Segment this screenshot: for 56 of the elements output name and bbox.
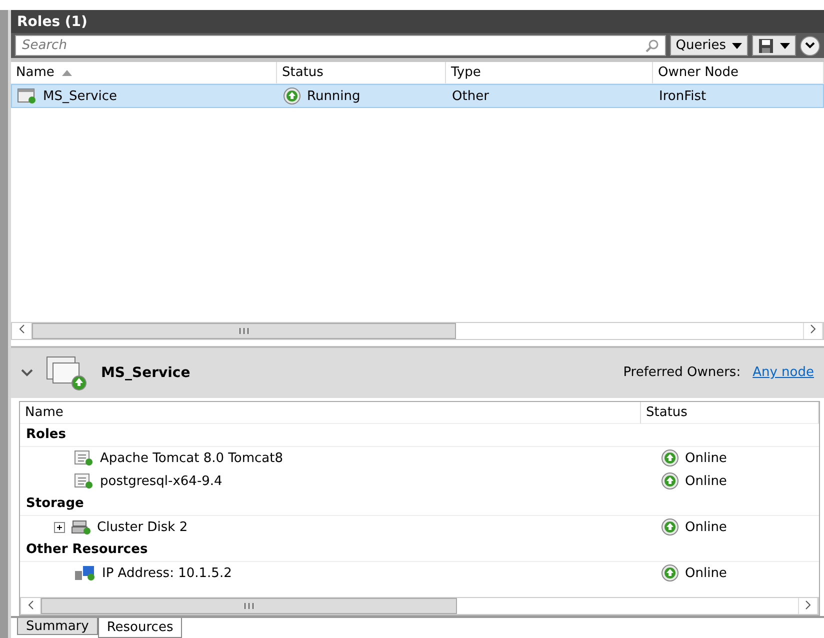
resource-status: Online (685, 450, 727, 466)
expand-icon[interactable] (54, 522, 65, 532)
chevron-left-icon (18, 324, 26, 334)
group-heading: Storage (20, 492, 819, 516)
collapse-chevron-icon[interactable] (21, 368, 33, 376)
role-icon (17, 88, 37, 104)
panel-title: Roles (1) (11, 10, 824, 33)
chevron-right-icon (804, 600, 812, 610)
online-status-icon (661, 564, 679, 582)
owner-node-name: IronFist (659, 88, 706, 104)
resource-status: Online (685, 474, 727, 488)
scroll-thumb[interactable] (32, 322, 456, 338)
search-field[interactable]: Search (15, 35, 666, 56)
resource-status: Online (685, 520, 727, 534)
online-status-icon (661, 472, 679, 490)
caret-icon (732, 42, 742, 48)
tab[interactable]: Summary (17, 618, 98, 635)
resource-name: Cluster Disk 2 (97, 520, 188, 534)
caret-icon (780, 42, 790, 48)
sort-arrow-icon (62, 70, 72, 76)
resource-name: Apache Tomcat 8.0 Tomcat8 (100, 450, 283, 466)
chevron-left-icon (26, 600, 34, 610)
any-node-link[interactable]: Any node (752, 365, 814, 380)
role-name: MS_Service (43, 88, 118, 104)
detail-title: MS_Service (101, 364, 192, 380)
resource-name: IP Address: 10.1.5.2 (102, 566, 232, 580)
scroll-right-button[interactable] (798, 598, 818, 614)
disk-icon (71, 519, 91, 535)
role-icon (45, 354, 89, 390)
role-type: Other (452, 88, 489, 104)
expand-button[interactable] (800, 36, 820, 56)
column-header[interactable]: Name (20, 402, 641, 424)
resource-status: Online (685, 566, 727, 580)
tab[interactable]: Resources (98, 618, 182, 638)
service-icon (74, 473, 94, 489)
scroll-thumb[interactable] (41, 598, 458, 614)
network-icon (74, 565, 96, 581)
chevron-down-icon (805, 42, 815, 49)
horizontal-scrollbar[interactable] (20, 597, 819, 615)
online-status-icon (661, 518, 679, 536)
chevron-right-icon (809, 324, 817, 334)
preferred-owners-label: Preferred Owners: (623, 365, 741, 380)
role-status: Running (307, 88, 360, 104)
resource-name: postgresql-x64-9.4 (100, 474, 222, 488)
horizontal-scrollbar[interactable] (11, 322, 824, 340)
online-status-icon (283, 87, 301, 105)
service-icon (74, 450, 94, 466)
group-heading: Roles (20, 424, 819, 446)
search-icon (644, 38, 659, 52)
column-header[interactable]: Status (641, 402, 819, 424)
queries-button[interactable]: Queries (670, 35, 748, 56)
save-query-button[interactable] (752, 35, 796, 56)
online-status-icon (661, 449, 679, 467)
role-row[interactable]: MS_Service Running Other IronFist (11, 84, 824, 108)
group-heading: Other Resources (20, 538, 819, 562)
scroll-right-button[interactable] (803, 322, 823, 338)
